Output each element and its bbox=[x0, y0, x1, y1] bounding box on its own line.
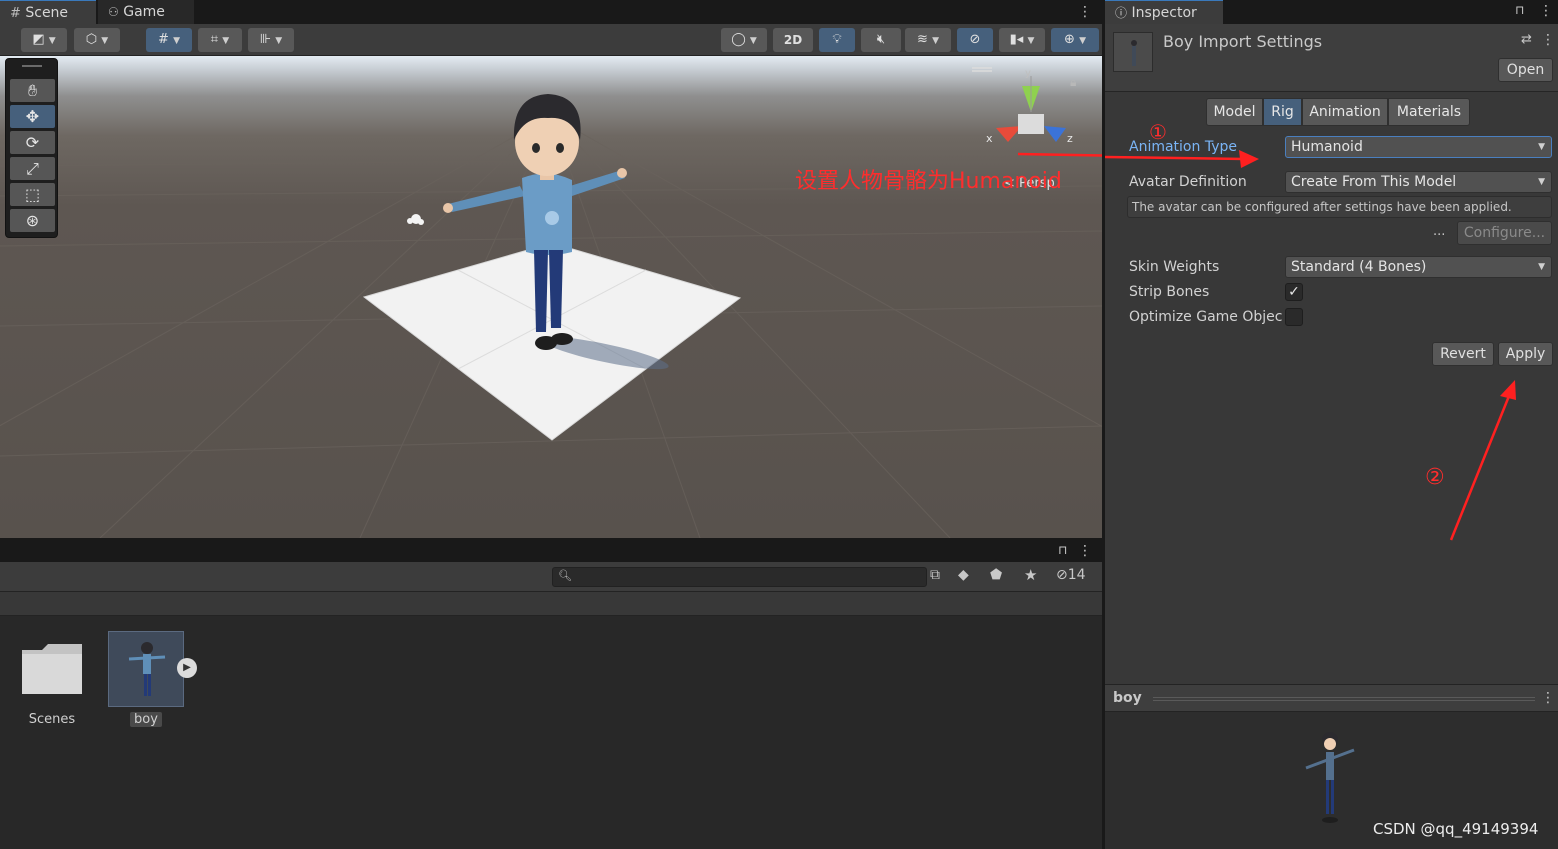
gizmos-dropdown[interactable]: ⊕ ▼ bbox=[1051, 28, 1099, 52]
folder-icon bbox=[22, 644, 82, 694]
project-header: ⊓ ⋮ bbox=[0, 540, 1102, 562]
gamepad-icon: ⚇ bbox=[108, 5, 119, 19]
ruler-dropdown[interactable]: ⊪ ▼ bbox=[248, 28, 294, 52]
mode-2d-button[interactable]: 2D bbox=[773, 28, 813, 52]
orientation-gizmo bbox=[996, 76, 1066, 142]
caret-down-icon: ▼ bbox=[48, 36, 56, 46]
camera-icon: ▮◂ bbox=[1009, 32, 1024, 47]
grid-icon: # bbox=[10, 6, 21, 21]
tab-game-label: Game bbox=[123, 4, 165, 20]
scene-kebab-icon[interactable]: ⋮ bbox=[1078, 4, 1092, 20]
scene-panel: # Scene ⚇ Game ⋮ ◩ ▼ ⬡ ▼ # ▼ ⌗ ▼ ⊪ ▼ ◯ ▼… bbox=[0, 0, 1102, 538]
preview-title: boy bbox=[1113, 690, 1142, 706]
hand-tool-button[interactable]: ✋︎ bbox=[10, 79, 55, 102]
tool-palette: ✋︎ ✥ ⟳ ⤢ ⬚ ⊛ bbox=[5, 58, 58, 238]
project-panel: ⊓ ⋮ 🔍︎ ⧉ ◆ ⬟ ★ ⊘14 Scenes ▶ boy bbox=[0, 540, 1102, 849]
tab-game[interactable]: ⚇ Game bbox=[98, 0, 194, 24]
hidden-packages-button[interactable]: ⊘14 bbox=[1056, 567, 1086, 583]
filter-type-icon[interactable]: ◆ bbox=[958, 567, 969, 583]
project-kebab-icon[interactable]: ⋮ bbox=[1078, 543, 1092, 559]
camera-dropdown[interactable]: ▮◂ ▼ bbox=[999, 28, 1045, 52]
scene-viewport[interactable]: 🔒︎ y x z bbox=[0, 56, 1102, 538]
shading-dropdown[interactable]: ⬡ ▼ bbox=[74, 28, 120, 52]
annotation-arrows bbox=[1105, 150, 1516, 541]
rotate-tool-button[interactable]: ⟳ bbox=[10, 131, 55, 154]
preview-area[interactable]: CSDN @qq_49149394 bbox=[1105, 712, 1558, 849]
move-icon: ✥ bbox=[25, 107, 40, 126]
caret-down-icon: ▼ bbox=[275, 36, 283, 46]
expand-play-icon[interactable]: ▶ bbox=[177, 658, 197, 678]
transform-tool-button[interactable]: ⊛ bbox=[10, 209, 55, 232]
caret-down-icon: ▼ bbox=[749, 36, 757, 46]
lightbulb-icon: 💡︎ bbox=[832, 32, 842, 47]
caret-down-icon: ▼ bbox=[101, 36, 109, 46]
asset-boy-model[interactable] bbox=[108, 631, 184, 707]
preview-header[interactable]: boy ⋮ bbox=[1105, 684, 1558, 712]
search-window-icon[interactable]: ⧉ bbox=[930, 567, 940, 583]
effects-dropdown[interactable]: ≋ ▼ bbox=[905, 28, 951, 52]
lighting-toggle[interactable]: 💡︎ bbox=[819, 28, 855, 52]
favorite-star-icon[interactable]: ★ bbox=[1024, 566, 1037, 584]
draw-mode-icon: ◩ bbox=[32, 32, 45, 47]
scene-toolbar: ◩ ▼ ⬡ ▼ # ▼ ⌗ ▼ ⊪ ▼ ◯ ▼ 2D 💡︎ 🔇︎ ≋ ▼ ⊘ ▮… bbox=[0, 24, 1102, 56]
gizmo-axis-x: x bbox=[986, 132, 993, 145]
directional-light-icon bbox=[407, 214, 424, 225]
caret-down-icon: ▼ bbox=[1027, 36, 1035, 46]
sphere-icon: ◯ bbox=[731, 32, 746, 47]
scene-visibility-toggle[interactable]: ⊘ bbox=[957, 28, 993, 52]
preview-drag-handle[interactable] bbox=[1153, 697, 1535, 701]
grid-snap-dropdown[interactable]: # ▼ bbox=[146, 28, 192, 52]
caret-down-icon: ▼ bbox=[932, 36, 939, 46]
search-icon: 🔍︎ bbox=[558, 569, 572, 582]
layers-icon: ≋ bbox=[917, 32, 928, 47]
annotation-text: 设置人物骨骼为Humanoid bbox=[795, 169, 1062, 194]
rect-icon: ⬚ bbox=[24, 185, 41, 204]
scale-tool-button[interactable]: ⤢ bbox=[10, 157, 55, 180]
project-toolbar: 🔍︎ ⧉ ◆ ⬟ ★ ⊘14 bbox=[0, 562, 1102, 592]
audio-toggle[interactable]: 🔇︎ bbox=[861, 28, 901, 52]
palette-handle[interactable] bbox=[22, 65, 42, 67]
caret-down-icon: ▼ bbox=[222, 36, 230, 46]
ruler-icon: ⊪ bbox=[259, 32, 272, 47]
globe-icon: ⊕ bbox=[1064, 32, 1075, 47]
project-breadcrumb bbox=[0, 592, 1102, 616]
transform-icon: ⊛ bbox=[25, 211, 40, 230]
eye-slash-icon: ⊘ bbox=[1056, 567, 1068, 583]
move-tool-button[interactable]: ✥ bbox=[10, 105, 55, 128]
model-prefab-icon bbox=[128, 642, 166, 696]
snap-increment-dropdown[interactable]: ⌗ ▼ bbox=[198, 28, 242, 52]
preview-kebab-icon[interactable]: ⋮ bbox=[1541, 690, 1555, 706]
cube-icon: ⬡ bbox=[85, 32, 98, 47]
asset-scenes-label: Scenes bbox=[28, 712, 76, 727]
scene-tab-bar: # Scene ⚇ Game ⋮ bbox=[0, 0, 1102, 24]
scene-render: 🔒︎ bbox=[0, 67, 1102, 538]
gizmo-axis-y: y bbox=[1025, 68, 1031, 79]
hand-icon: ✋︎ bbox=[27, 81, 38, 100]
asset-boy-label: boy bbox=[130, 712, 162, 727]
render-mode-dropdown[interactable]: ◯ ▼ bbox=[721, 28, 767, 52]
hidden-count: 14 bbox=[1067, 567, 1086, 583]
caret-down-icon: ▼ bbox=[1079, 36, 1086, 46]
grid-snap-icon: # bbox=[158, 32, 169, 47]
rect-tool-button[interactable]: ⬚ bbox=[10, 183, 55, 206]
tab-scene-label: Scene bbox=[25, 5, 69, 21]
annotation-arrow-1 bbox=[1017, 152, 1102, 157]
rotate-icon: ⟳ bbox=[25, 133, 40, 152]
scale-icon: ⤢ bbox=[26, 159, 39, 178]
watermark: CSDN @qq_49149394 bbox=[1373, 820, 1539, 838]
mute-icon: 🔇︎ bbox=[876, 32, 886, 47]
tab-scene[interactable]: # Scene bbox=[0, 0, 96, 24]
asset-scenes-folder[interactable] bbox=[20, 640, 84, 700]
inspector-panel: ⓘ Inspector ⊓ ⋮ Boy Import Settings ⇄ ⋮ … bbox=[1103, 0, 1558, 849]
lock-icon[interactable]: ⊓ bbox=[1058, 543, 1067, 557]
snap-icon: ⌗ bbox=[210, 32, 219, 47]
search-input[interactable] bbox=[552, 567, 927, 587]
gizmo-axis-z: z bbox=[1067, 132, 1073, 145]
lock-icon: 🔒︎ bbox=[1070, 75, 1076, 89]
draw-mode-dropdown[interactable]: ◩ ▼ bbox=[21, 28, 67, 52]
preview-model bbox=[1305, 732, 1355, 823]
label-tag-icon[interactable]: ⬟ bbox=[990, 567, 1002, 583]
eye-slash-icon: ⊘ bbox=[969, 32, 981, 47]
caret-down-icon: ▼ bbox=[173, 36, 180, 46]
